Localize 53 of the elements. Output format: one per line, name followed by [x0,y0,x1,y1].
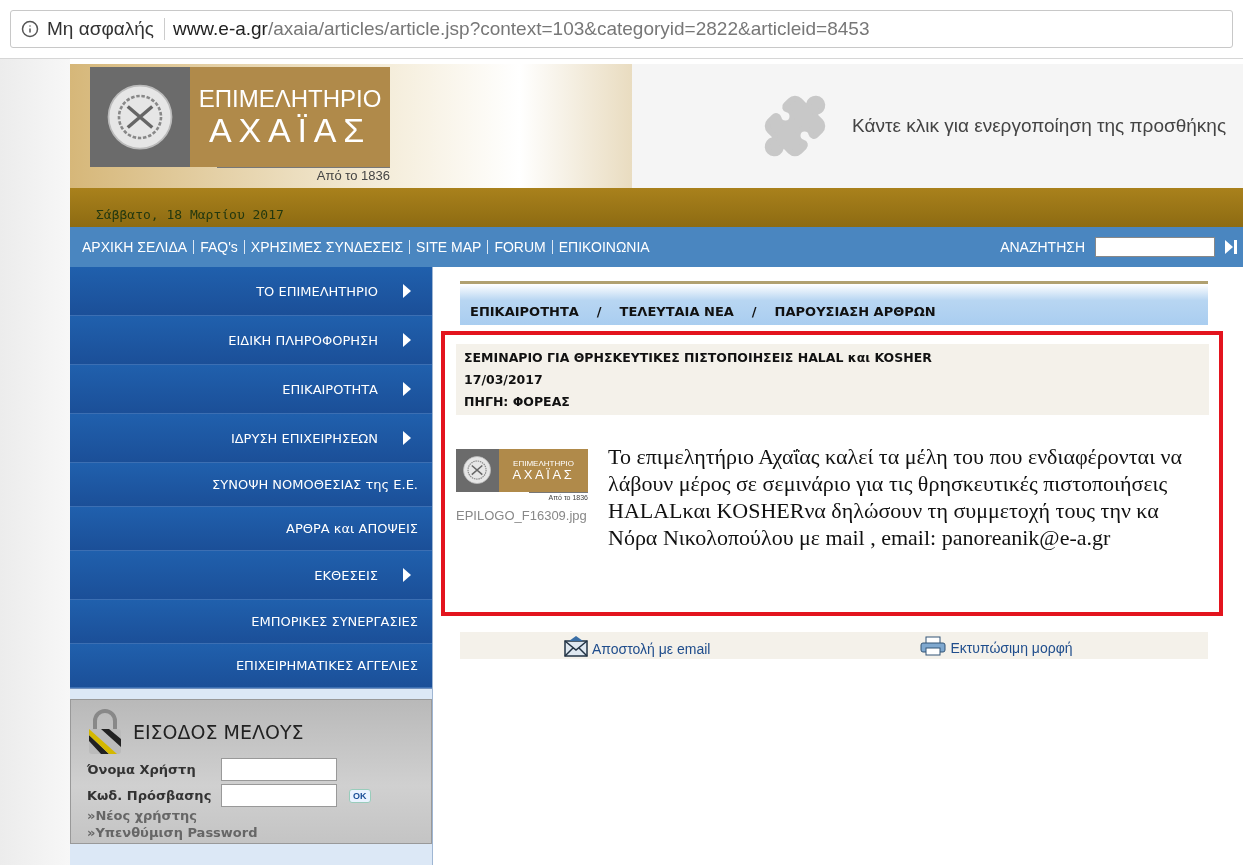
envelope-icon [564,634,588,657]
ok-button[interactable]: OK [349,788,371,803]
address-bar[interactable]: Μη ασφαλής www.e-a.gr/axaia/articles/article.jsp?context=103&categoryid=2822&articleid=8453 [10,10,1233,48]
nav-link[interactable]: FAQ's [193,240,244,254]
menu-item[interactable]: ΑΡΘΡΑ και ΑΠΟΨΕΙΣ [70,507,432,551]
password-field[interactable] [221,784,337,807]
menu-item[interactable]: ΕΙΔΙΚΗ ΠΛΗΡΟΦΟΡΗΣΗ [70,316,432,365]
padlock-icon [87,709,123,755]
go-icon[interactable] [1225,240,1237,254]
article-body: Το επιμελητήριο Αχαΐας καλεί τα μέλη του που ενδιαφέρονται να λάβουν μέρος σε σεμινάριο για τις θρησκευτικές πιστοποιήσεις HALALκαι KOSHERνα δηλώσουν τη συμμετοχή τους την κα Νόρα Νικολοπούλου με mail , email: panoreanik@e-a.gr [608,443,1184,551]
nav-link[interactable]: ΧΡΗΣΙΜΕΣ ΣΥΝΔΕΣΕΙΣ [243,240,410,254]
date-text: Σάββατο, 18 Μαρτίου 2017 [96,207,284,222]
logo-title: ΕΠΙΜΕΛΗΤΗΡΙΟ [513,458,574,468]
nav-link[interactable]: FORUM [487,240,552,254]
nav-link[interactable]: ΑΡΧΙΚΗ ΣΕΛΙΔΑ [76,240,194,254]
menu-item[interactable]: ΙΔΡΥΣΗ ΕΠΙΧΕΙΡΗΣΕΩΝ [70,414,432,463]
printer-icon [920,635,947,656]
breadcrumb-item: / [596,304,602,319]
menu-item[interactable]: ΤΟ ΕΠΙΜΕΛΗΤΗΡΙΟ [70,267,432,316]
breadcrumb-item: / [751,304,757,319]
emblem-icon [462,455,493,486]
login-link[interactable]: »Νέος χρήστης [87,807,415,824]
breadcrumb-item[interactable]: ΤΕΛΕΥΤΑΙΑ ΝΕΑ [619,304,734,319]
field-label: Όνομα Χρήστη [87,762,197,777]
search-field[interactable] [1095,237,1215,257]
logo-subtitle: ΑΧΑΪΑΣ [209,112,371,150]
menu-item[interactable]: ΕΚΘΕΣΕΙΣ [70,551,432,600]
menu-item[interactable]: ΣΥΝΟΨΗ ΝΟΜΟΘΕΣΙΑΣ της Ε.Ε. [70,463,432,507]
login-title: ΕΙΣΟΔΟΣ ΜΕΛΟΥΣ [133,721,304,743]
logo-title: ΕΠΙΜΕΛΗΤΗΡΙΟ [198,84,382,113]
article-date: 17/03/2017 [464,372,544,387]
article-source: ΠΗΓΗ: ΦΟΡΕΑΣ [464,394,571,409]
username-field[interactable] [221,758,337,781]
logo-since: Από το 1836 [216,167,390,185]
plugin-message[interactable]: Κάντε κλικ για ενεργοποίηση της προσθήκης [852,115,1227,137]
field-label: Κωδ. Πρόσβασης [87,788,213,803]
logo-subtitle: ΑΧΑΪΑΣ [512,467,575,483]
print-link[interactable]: Εκτυπώσιμη μορφή [920,635,1073,656]
menu-item[interactable]: ΕΜΠΟΡΙΚΕΣ ΣΥΝΕΡΓΑΣΙΕΣ [70,600,432,644]
search-label: ΑΝΑΖΗΤΗΣΗ [1000,239,1085,255]
nav-link[interactable]: SITE MAP [409,240,488,254]
url-text: www.e-a.gr/axaia/articles/article.jsp?context=103&categoryid=2822&articleid=8453 [172,18,870,40]
menu-item[interactable]: ΕΠΙΚΑΙΡΟΤΗΤΑ [70,365,432,414]
email-link[interactable]: Αποστολή με email [564,634,711,657]
article-title: ΣΕΜΙΝΑΡΙΟ ΓΙΑ ΘΡΗΣΚΕΥΤΙΚΕΣ ΠΙΣΤΟΠΟΙΗΣΕΙΣ HALAL και KOSHER [464,350,933,365]
emblem-icon [105,82,175,152]
image-caption: EPILOGO_F16309.jpg [456,508,588,524]
info-icon[interactable] [21,20,39,38]
menu-item[interactable]: ΕΠΙΧΕΙΡΗΜΑΤΙΚΕΣ ΑΓΓΕΛΙΕΣ [70,644,432,688]
security-label: Μη ασφαλής [47,18,165,40]
breadcrumb-item[interactable]: ΠΑΡΟΥΣΙΑΣΗ ΑΡΘΡΩΝ [774,304,936,319]
breadcrumb-item[interactable]: ΕΠΙΚΑΙΡΟΤΗΤΑ [470,304,579,319]
nav-link[interactable]: ΕΠΙΚΟΙΝΩΝΙΑ [551,240,656,254]
